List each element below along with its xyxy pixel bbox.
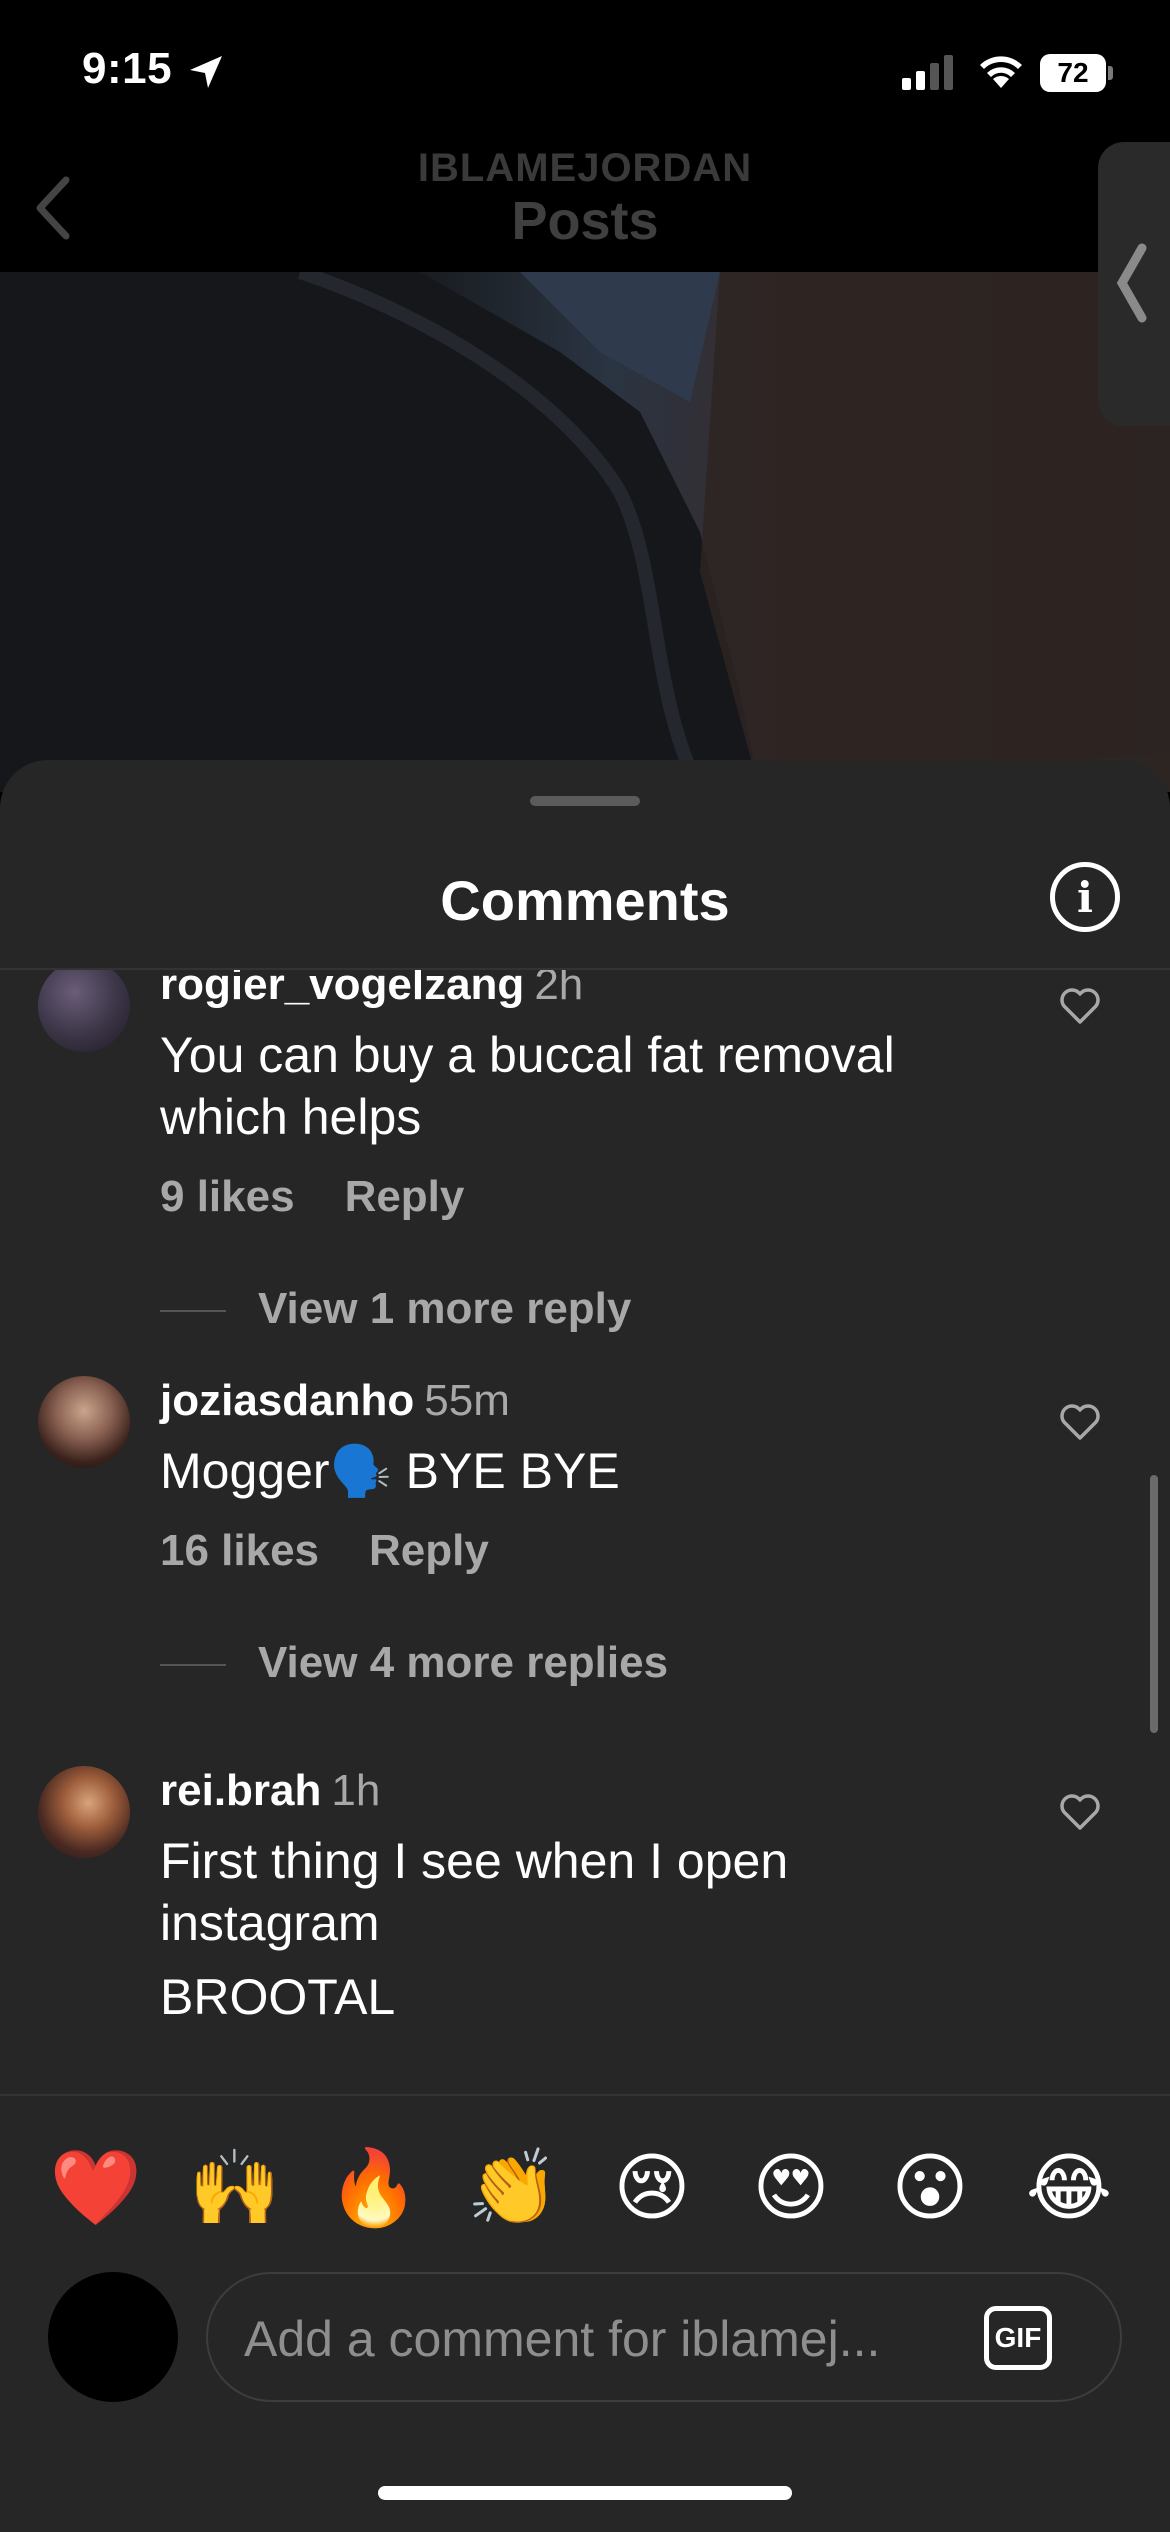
heart-icon[interactable] [1058, 1402, 1102, 1442]
comment-time: 55m [424, 1376, 510, 1425]
cellular-signal-icon [902, 55, 953, 90]
comment-username[interactable]: rei.brah [160, 1766, 321, 1815]
comment-time: 2h [534, 970, 584, 1009]
comment-input[interactable]: Add a comment for iblamej... GIF [206, 2272, 1122, 2402]
emoji-clapping-hands[interactable]: 👏 [465, 2140, 561, 2236]
info-button[interactable]: i [1050, 862, 1120, 932]
comment-text: Mogger🗣️ BYE BYE [160, 1443, 620, 1499]
emoji-fire[interactable]: 🔥 [326, 2140, 422, 2236]
page-title: Posts [511, 191, 659, 251]
comment-item: joziasdanho 55m Mogger🗣️ BYE BYE 16 likes… [0, 1376, 1170, 1756]
navigation-header: IBLAMEJORDAN Posts [0, 140, 1170, 272]
comments-list[interactable]: rogier_vogelzang 2h You can buy a buccal … [0, 970, 1170, 2102]
scrollbar[interactable] [1150, 1475, 1158, 1733]
location-arrow-icon [190, 56, 222, 88]
comment-item: rogier_vogelzang 2h You can buy a buccal … [0, 970, 1170, 1334]
emoji-tears-of-joy[interactable]: 😂 [1021, 2140, 1117, 2236]
comment-username[interactable]: joziasdanho [160, 1376, 414, 1425]
emoji-reaction-bar: ❤️ 🙌 🔥 👏 😢 😍 😮 😂 [0, 2140, 1170, 2236]
comment-username[interactable]: rogier_vogelzang [160, 970, 524, 1009]
battery-indicator: 72 [1040, 54, 1114, 92]
post-image [0, 272, 1170, 792]
like-count[interactable]: 16 likes [160, 1526, 319, 1575]
reply-button[interactable]: Reply [369, 1526, 489, 1575]
comment-input-placeholder[interactable]: Add a comment for iblamej... [244, 2310, 880, 2368]
emoji-crying-face[interactable]: 😢 [604, 2140, 700, 2236]
account-name: IBLAMEJORDAN [417, 146, 753, 190]
side-panel-tab[interactable] [1098, 142, 1170, 426]
heart-icon[interactable] [1058, 1792, 1102, 1832]
reply-button[interactable]: Reply [345, 1172, 465, 1221]
emoji-red-heart[interactable]: ❤️ [48, 2140, 144, 2236]
emoji-heart-eyes[interactable]: 😍 [743, 2140, 839, 2236]
wifi-icon [980, 56, 1022, 88]
comments-sheet: Comments i rogier_vogelzang 2h You can bu… [0, 760, 1170, 2532]
emoji-surprised-face[interactable]: 😮 [882, 2140, 978, 2236]
comment-text: You can buy a buccal fat removal which h… [160, 1027, 895, 1145]
view-more-replies[interactable]: View 1 more reply [160, 1284, 631, 1334]
like-count[interactable]: 9 likes [160, 1172, 295, 1221]
gif-button[interactable]: GIF [984, 2306, 1052, 2370]
chevron-left-icon [1116, 243, 1147, 323]
comment-time: 1h [331, 1766, 381, 1815]
avatar[interactable] [38, 970, 130, 1052]
status-bar: 9:15 72 [0, 0, 1170, 140]
comment-text: First thing I see when I open instagram … [160, 1833, 789, 2025]
current-user-avatar [48, 2272, 178, 2402]
avatar[interactable] [38, 1376, 130, 1468]
info-icon: i [1077, 873, 1093, 922]
heart-icon[interactable] [1058, 986, 1102, 1026]
status-time: 9:15 [82, 44, 173, 93]
sheet-title: Comments [440, 869, 730, 932]
view-more-replies[interactable]: View 4 more replies [160, 1638, 668, 1688]
battery-level: 72 [1040, 54, 1106, 92]
sheet-grabber[interactable] [530, 796, 640, 806]
avatar[interactable] [38, 1766, 130, 1858]
emoji-raising-hands[interactable]: 🙌 [187, 2140, 283, 2236]
home-indicator[interactable] [378, 2486, 792, 2500]
comment-item: rei.brah 1h First thing I see when I open… [0, 1766, 1170, 2102]
